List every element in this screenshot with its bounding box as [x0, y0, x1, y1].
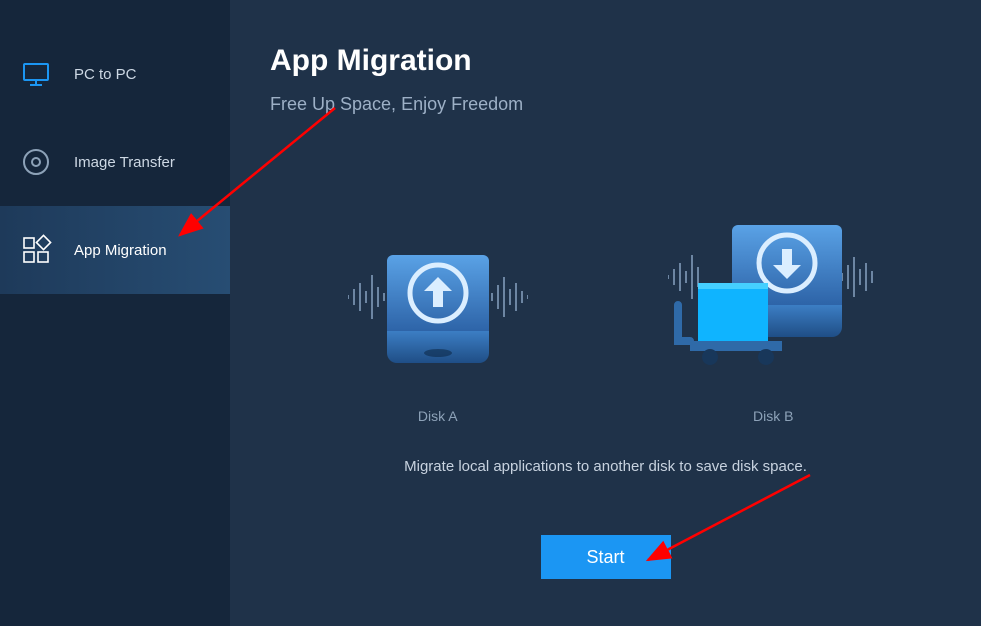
disk-a-col: Disk A — [308, 225, 568, 424]
disk-a-label: Disk A — [418, 408, 458, 424]
apps-icon — [20, 234, 52, 266]
sidebar-item-pc-to-pc[interactable]: PC to PC — [0, 30, 230, 118]
start-button[interactable]: Start — [541, 535, 671, 579]
monitor-icon — [20, 58, 52, 90]
disk-download-cart-icon — [668, 205, 878, 380]
disk-illustration-row: Disk A — [270, 205, 941, 424]
sidebar-item-label: Image Transfer — [74, 154, 175, 171]
sidebar-item-label: App Migration — [74, 242, 167, 259]
description-text: Migrate local applications to another di… — [270, 458, 941, 475]
page-subtitle: Free Up Space, Enjoy Freedom — [270, 94, 941, 115]
sidebar-item-app-migration[interactable]: App Migration — [0, 206, 230, 294]
main-panel: App Migration Free Up Space, Enjoy Freed… — [230, 0, 981, 626]
sidebar-item-image-transfer[interactable]: Image Transfer — [0, 118, 230, 206]
disk-upload-icon — [348, 225, 528, 380]
disc-icon — [20, 146, 52, 178]
sidebar-item-label: PC to PC — [74, 66, 137, 83]
disk-b-col: Disk B — [643, 205, 903, 424]
sidebar: PC to PC Image Transfer App Migration — [0, 0, 230, 626]
disk-b-label: Disk B — [753, 408, 793, 424]
page-title: App Migration — [270, 44, 941, 78]
